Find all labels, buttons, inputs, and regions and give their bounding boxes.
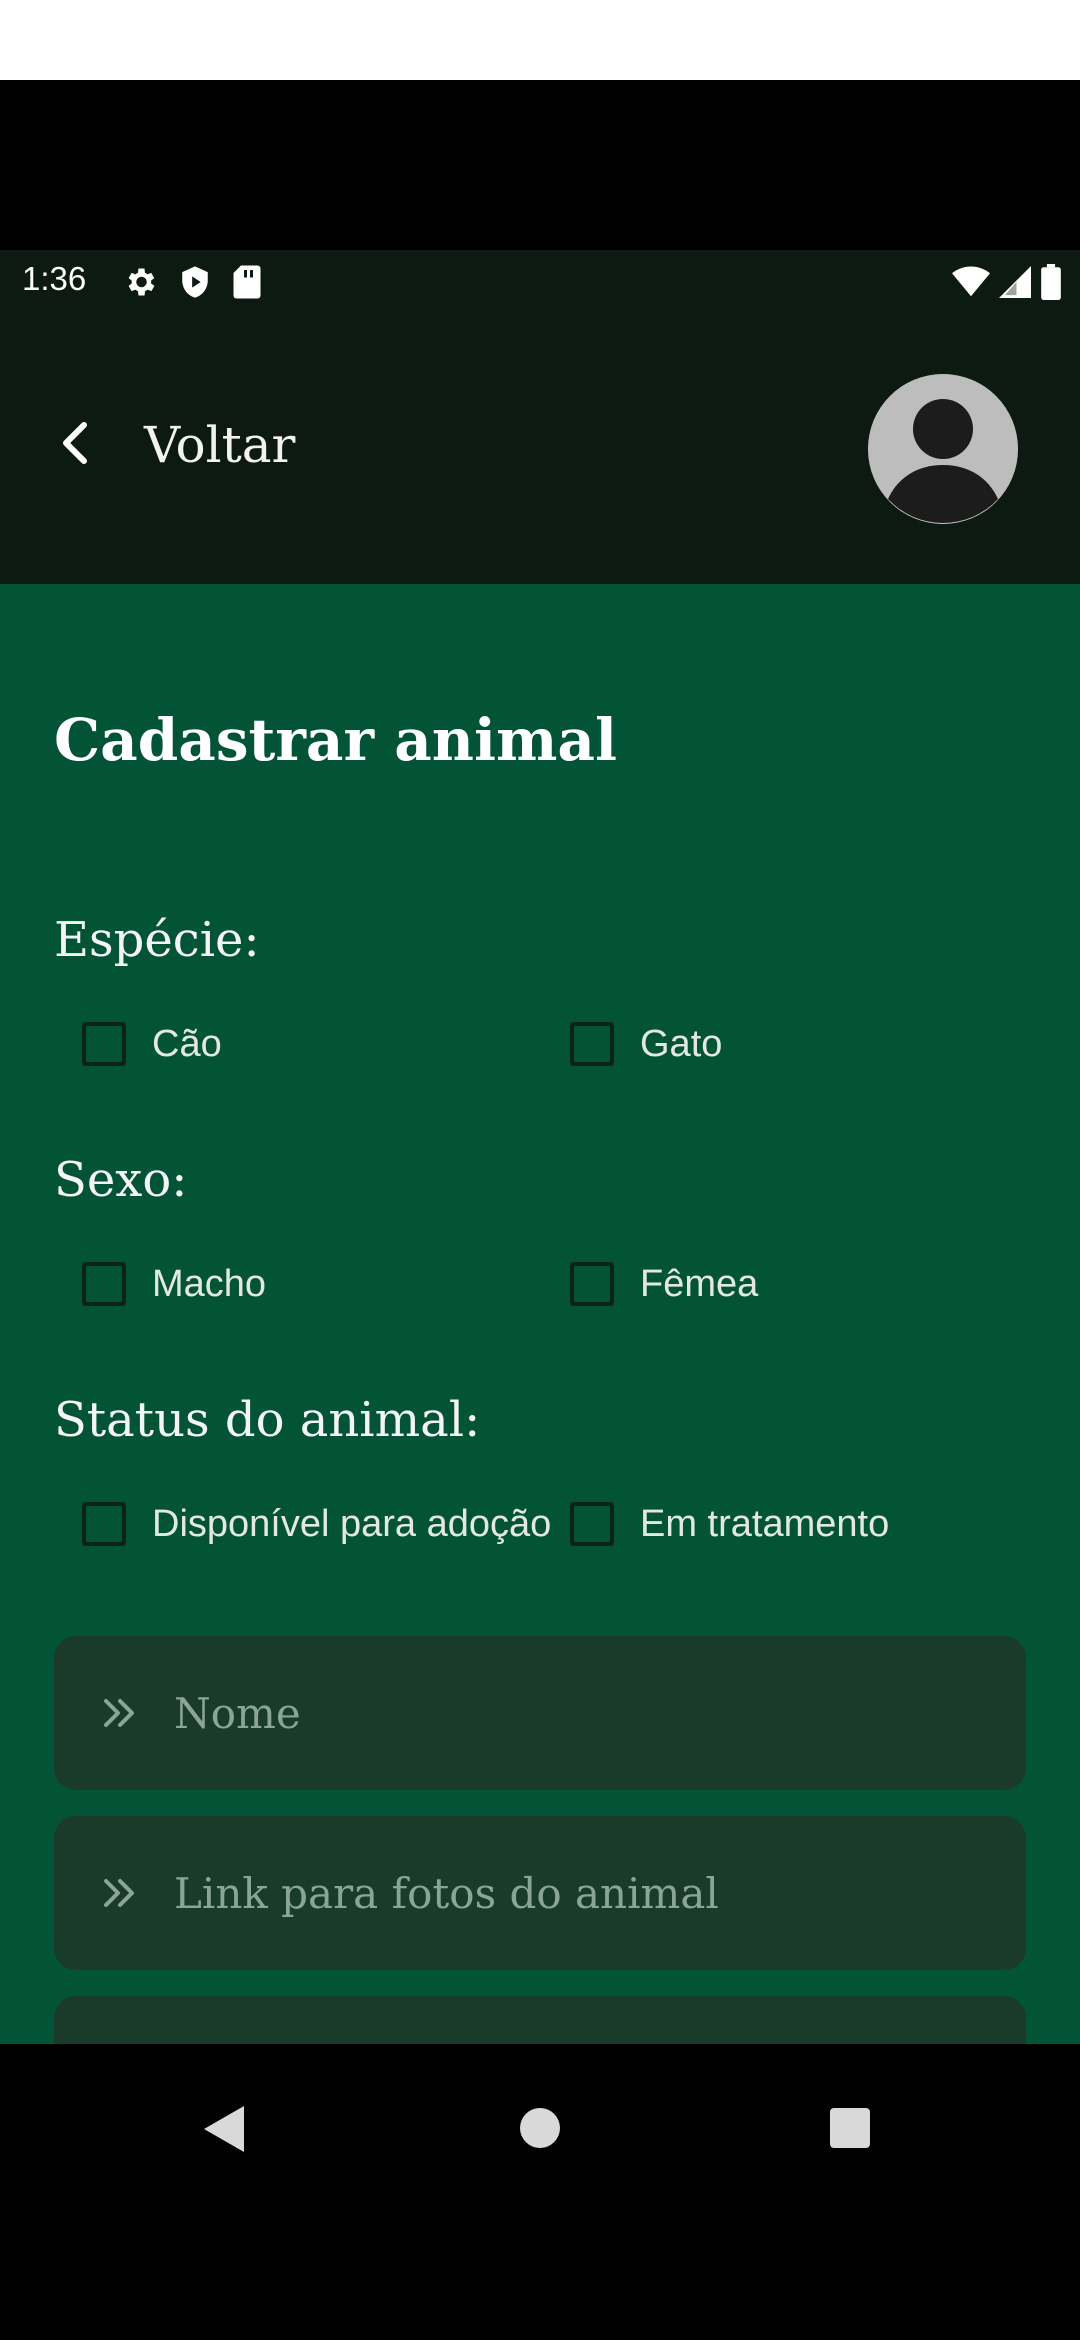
chevron-left-icon	[60, 421, 88, 469]
app-bar: Voltar	[0, 316, 1080, 584]
status-label: Status do animal:	[54, 1392, 481, 1448]
double-chevron-right-icon	[104, 1879, 134, 1907]
battery-icon	[1040, 264, 1062, 304]
checkbox-box[interactable]	[82, 1262, 126, 1306]
back-label: Voltar	[144, 416, 296, 474]
checkbox-cao[interactable]: Cão	[82, 1022, 222, 1066]
page-title: Cadastrar animal	[54, 706, 617, 774]
home-circle-icon[interactable]	[520, 2108, 560, 2152]
link-fotos-field[interactable]	[54, 1816, 1026, 1970]
shield-play-icon	[178, 264, 212, 304]
back-triangle-icon[interactable]	[204, 2106, 244, 2156]
checkbox-label: Gato	[640, 1022, 723, 1065]
signal-icon	[998, 266, 1032, 302]
checkbox-disponivel[interactable]: Disponível para adoção	[82, 1502, 551, 1546]
top-frame-dark	[0, 80, 1080, 250]
nome-input[interactable]	[172, 1687, 996, 1739]
checkbox-macho[interactable]: Macho	[82, 1262, 266, 1306]
checkbox-box[interactable]	[82, 1502, 126, 1546]
nome-field[interactable]	[54, 1636, 1026, 1790]
recents-square-icon[interactable]	[830, 2108, 870, 2152]
checkbox-label: Fêmea	[640, 1262, 759, 1305]
checkbox-box[interactable]	[82, 1022, 126, 1066]
form-content: Cadastrar animal Espécie: Cão Gato Sexo:…	[0, 584, 1080, 2044]
status-bar: 1:36	[0, 250, 1080, 316]
sexo-label: Sexo:	[54, 1152, 188, 1208]
account-circle-icon	[868, 374, 1018, 524]
checkbox-box[interactable]	[570, 1502, 614, 1546]
avatar[interactable]	[868, 374, 1018, 524]
double-chevron-right-icon	[104, 1699, 134, 1727]
top-frame	[0, 0, 1080, 80]
checkbox-label: Macho	[152, 1262, 267, 1305]
especie-label: Espécie:	[54, 912, 260, 968]
link-fotos-input[interactable]	[172, 1867, 996, 1919]
checkbox-em-tratamento[interactable]: Em tratamento	[570, 1502, 889, 1546]
checkbox-gato[interactable]: Gato	[570, 1022, 722, 1066]
checkbox-label: Em tratamento	[640, 1502, 890, 1545]
navigation-bar	[0, 2044, 1080, 2340]
checkbox-box[interactable]	[570, 1262, 614, 1306]
settings-icon	[122, 264, 158, 304]
sd-card-icon	[232, 264, 262, 304]
status-time: 1:36	[22, 260, 87, 297]
checkbox-femea[interactable]: Fêmea	[570, 1262, 758, 1306]
checkbox-label: Disponível para adoção	[152, 1502, 552, 1545]
checkbox-label: Cão	[152, 1022, 222, 1065]
next-field-partial[interactable]	[54, 1996, 1026, 2044]
back-button[interactable]: Voltar	[60, 416, 295, 474]
checkbox-box[interactable]	[570, 1022, 614, 1066]
wifi-icon	[952, 266, 990, 302]
